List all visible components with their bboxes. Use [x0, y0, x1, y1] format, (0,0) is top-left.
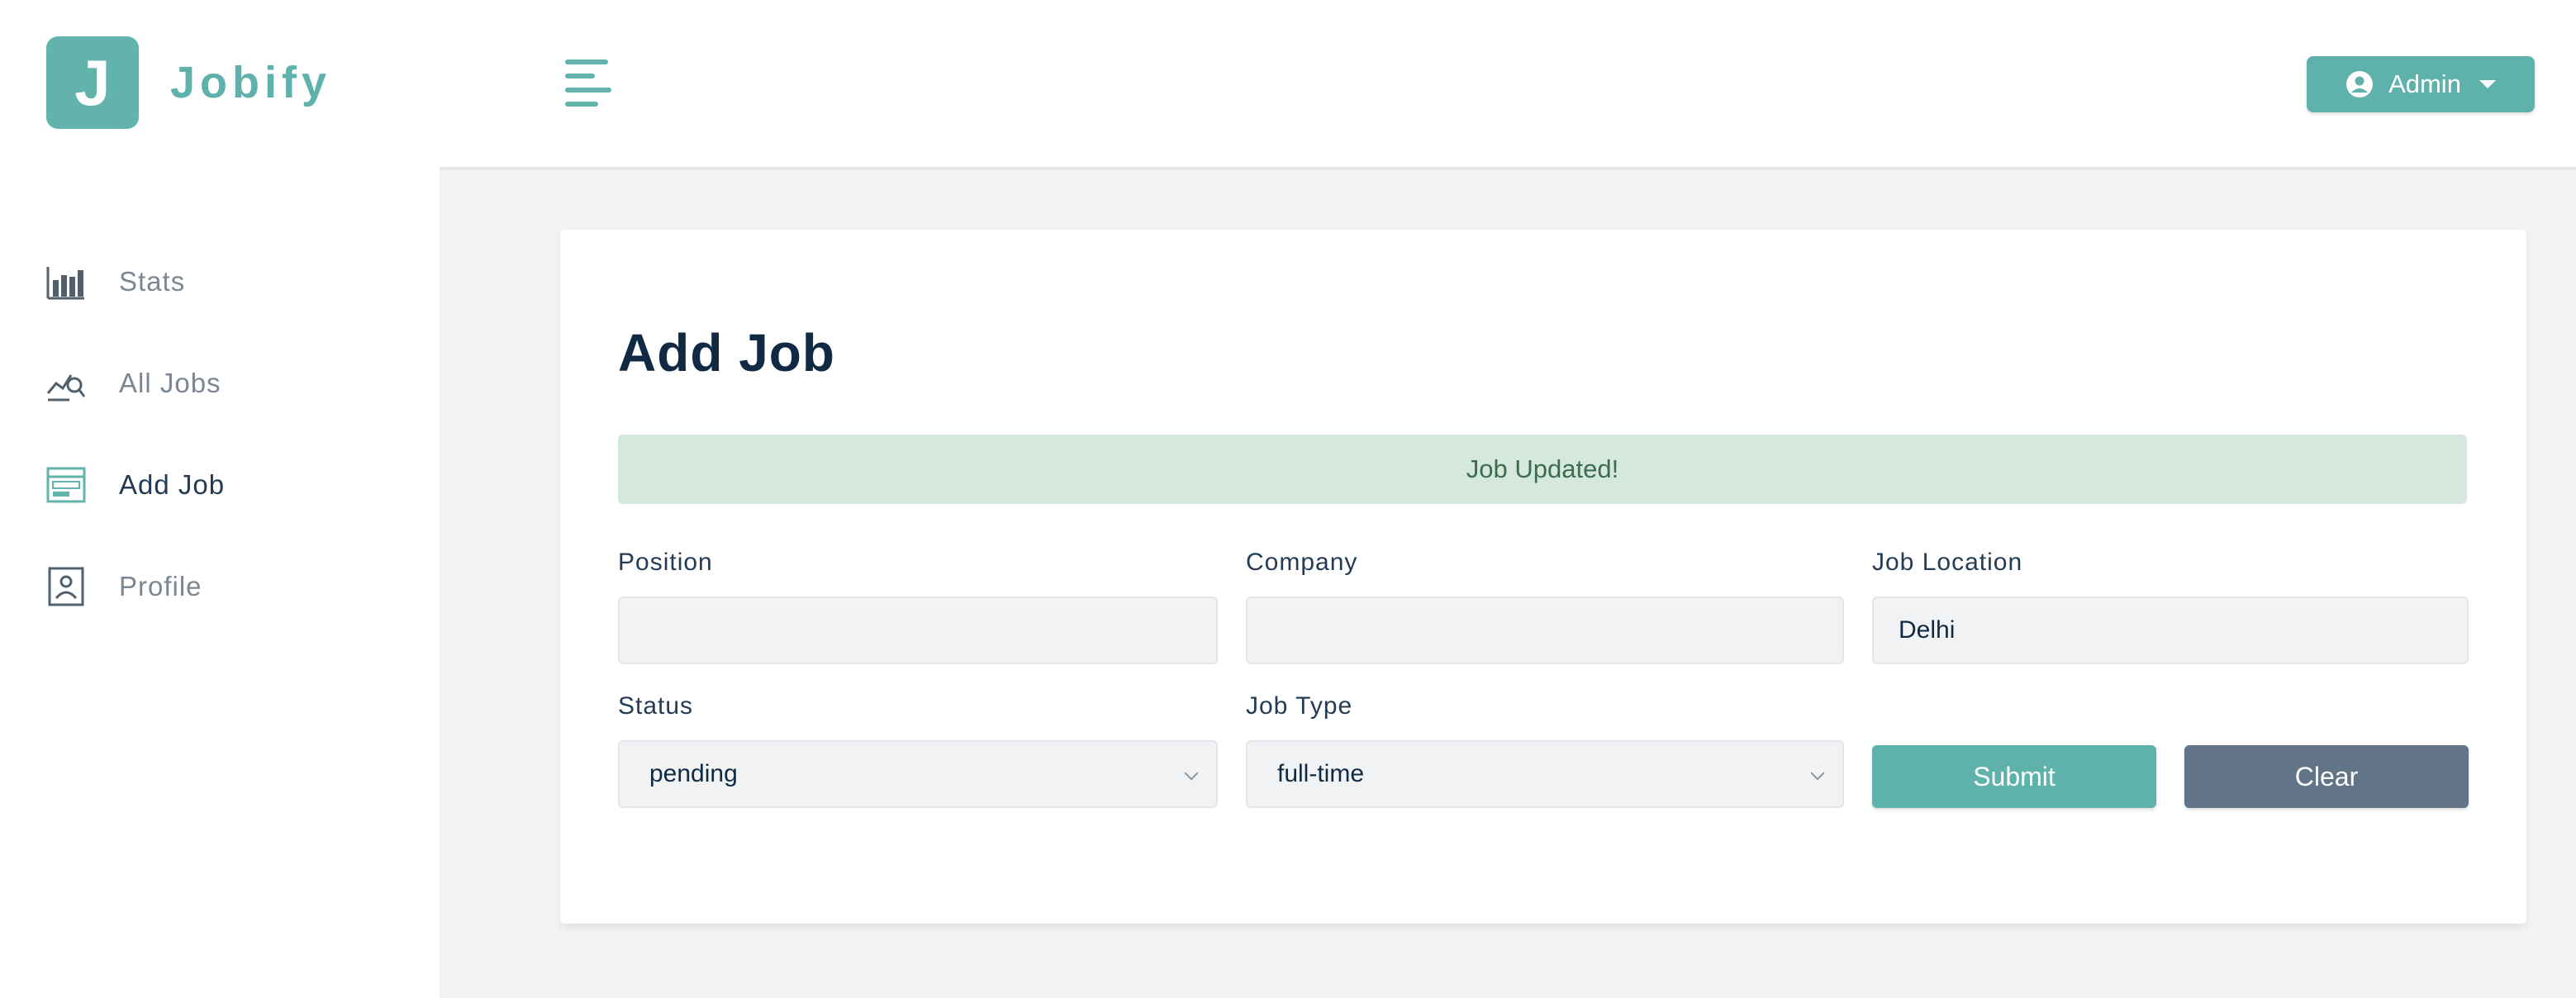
- job-type-select[interactable]: full-time: [1246, 740, 1844, 808]
- status-select[interactable]: pending: [618, 740, 1218, 808]
- logo-mark: J: [46, 36, 139, 129]
- add-job-form: Add Job Job Updated! Position Company Jo…: [560, 230, 2526, 924]
- main-content: Add Job Job Updated! Position Company Jo…: [440, 170, 2576, 998]
- sidebar-item-profile[interactable]: Profile: [43, 561, 225, 612]
- sidebar-nav: Stats All Jobs Add Job Profile: [43, 256, 225, 663]
- user-circle-icon: [2346, 71, 2374, 97]
- form-icon: [43, 462, 89, 508]
- sidebar-toggle-button[interactable]: [565, 59, 616, 107]
- status-label: Status: [618, 692, 694, 720]
- chevron-down-icon: [1184, 766, 1199, 781]
- job-type-label: Job Type: [1246, 692, 1353, 720]
- logo[interactable]: J Jobify: [46, 36, 331, 129]
- sidebar-item-stats[interactable]: Stats: [43, 256, 225, 307]
- bar-chart-icon: [43, 259, 89, 305]
- job-location-input[interactable]: Delhi: [1872, 596, 2469, 664]
- sidebar: J Jobify Stats All Jobs Add Job Profile: [0, 0, 440, 998]
- caret-down-icon: [2479, 80, 2496, 88]
- page-title: Add Job: [618, 323, 835, 383]
- user-menu-label: Admin: [2388, 69, 2461, 98]
- position-label: Position: [618, 549, 713, 576]
- sidebar-item-all-jobs[interactable]: All Jobs: [43, 358, 225, 409]
- profile-card-icon: [43, 563, 89, 610]
- sidebar-item-label: All Jobs: [119, 368, 221, 398]
- clear-button[interactable]: Clear: [2184, 745, 2469, 808]
- sidebar-item-add-job[interactable]: Add Job: [43, 459, 225, 511]
- user-menu-button[interactable]: Admin: [2307, 56, 2535, 112]
- status-select-value: pending: [649, 760, 738, 787]
- app: J Jobify Stats All Jobs Add Job Profile …: [0, 0, 2576, 998]
- position-input[interactable]: [618, 596, 1218, 664]
- sidebar-item-label: Profile: [119, 571, 202, 601]
- job-location-label: Job Location: [1872, 549, 2023, 576]
- company-label: Company: [1246, 549, 1358, 576]
- chevron-down-icon: [1810, 766, 1825, 781]
- success-alert: Job Updated!: [618, 435, 2467, 504]
- submit-button[interactable]: Submit: [1872, 745, 2156, 808]
- logo-text: Jobify: [170, 58, 332, 107]
- job-type-select-value: full-time: [1277, 760, 1365, 787]
- top-bar: Admin: [440, 0, 2576, 170]
- query-stats-icon: [43, 360, 89, 406]
- sidebar-item-label: Stats: [119, 266, 186, 297]
- sidebar-item-label: Add Job: [119, 469, 226, 500]
- company-input[interactable]: [1246, 596, 1844, 664]
